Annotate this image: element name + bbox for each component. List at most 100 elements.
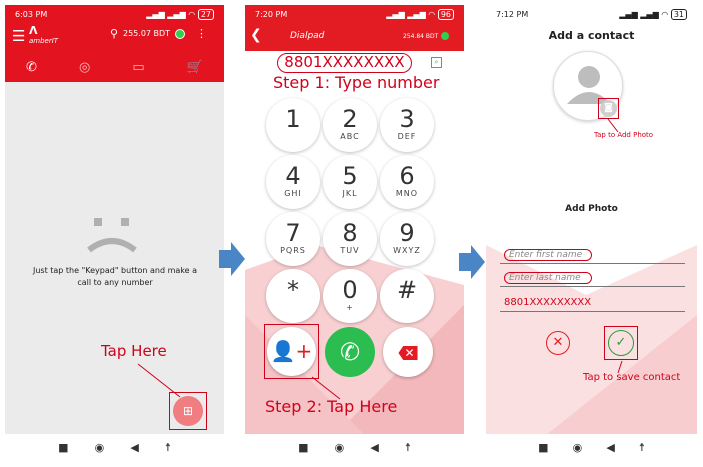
back-button[interactable]: ◀	[370, 441, 378, 454]
number-value: 8801XXXXXXXXX	[504, 297, 592, 308]
key-6[interactable]: 6 MNO	[380, 155, 434, 209]
key-digit: 7	[285, 219, 301, 247]
last-name-field[interactable]: Enter last name	[500, 268, 685, 287]
status-icons: ▂▄▆ ▂▄▆ ◠ 27	[146, 8, 214, 20]
home-button[interactable]: ◉	[95, 441, 105, 454]
key-9[interactable]: 9 WXYZ	[380, 212, 434, 266]
first-name-field[interactable]: Enter first name	[500, 245, 685, 264]
key-4[interactable]: 4 GHI	[266, 155, 320, 209]
empty-message: Just tap the "Keypad" button and make a …	[32, 266, 197, 287]
key-letters: WXYZ	[393, 246, 421, 255]
recents-button[interactable]: ■	[58, 441, 68, 454]
key-digit: 6	[399, 162, 415, 190]
app-name: amberIT	[29, 37, 59, 45]
android-navbar: ■ ◉ ◀ ☨	[245, 434, 464, 461]
accessibility-icon[interactable]: ☨	[405, 441, 411, 454]
key-letters: TUV	[340, 246, 360, 255]
key-digit: 5	[342, 162, 358, 190]
key-7[interactable]: 7 PQRS	[266, 212, 320, 266]
screen-add-contact: 7:12 PM ▂▄▆ ▂▄▆ ◠ 31 Add a contact ◙ Tap…	[486, 5, 697, 461]
status-icons: ▂▄▆ ▂▄▆ ◠ 96	[386, 8, 454, 20]
key-digit: 9	[399, 219, 415, 247]
battery-level: 27	[197, 8, 214, 20]
key-letters: PQRS	[280, 246, 306, 255]
back-button[interactable]: ◀	[606, 441, 614, 454]
home-button[interactable]: ◉	[335, 441, 345, 454]
call-button[interactable]: ✆	[325, 327, 375, 377]
tap-here-annotation: Tap Here	[101, 342, 167, 360]
key-digit: *	[287, 276, 299, 304]
key-letters: MNO	[395, 189, 419, 198]
status-time: 6:03 PM	[15, 9, 48, 19]
android-navbar: ■ ◉ ◀ ☨	[5, 434, 224, 461]
back-button[interactable]: ◀	[130, 441, 138, 454]
backspace-icon: ✕	[398, 346, 418, 360]
more-options-icon[interactable]: ⋮	[196, 27, 207, 40]
search-icon[interactable]: ⚲	[110, 27, 118, 40]
balance-text: 255.07 BDT	[123, 29, 171, 38]
step2-annotation: Step 2: Tap Here	[265, 397, 398, 416]
add-contact-button[interactable]: 👤+	[267, 327, 316, 376]
key-hash[interactable]: #	[380, 269, 434, 323]
camera-button[interactable]: ◙	[600, 100, 617, 117]
first-name-placeholder: Enter first name	[504, 249, 592, 261]
backspace-button[interactable]: ✕	[383, 327, 433, 377]
number-display[interactable]: 8801XXXXXXXX	[277, 53, 412, 73]
contacts-icon[interactable]: ◎	[79, 60, 90, 75]
key-letters: ABC	[340, 132, 360, 141]
status-bar: 6:03 PM ▂▄▆ ▂▄▆ ◠ 27	[5, 5, 224, 23]
key-8[interactable]: 8 TUV	[323, 212, 377, 266]
status-bar: 7:20 PM ▂▄▆ ▂▄▆ ◠ 96	[245, 5, 464, 23]
key-1[interactable]: 1	[266, 98, 320, 152]
key-star[interactable]: *	[266, 269, 320, 323]
grid-icon: ⊞	[173, 396, 203, 426]
check-icon: ✓	[615, 335, 627, 350]
save-annotation: Tap to save contact	[583, 372, 681, 383]
cart-icon[interactable]: 🛒	[187, 60, 203, 75]
key-0[interactable]: 0 +	[323, 269, 377, 323]
key-letters: DEF	[397, 132, 417, 141]
menu-icon[interactable]: ☰	[12, 27, 25, 45]
key-digit: 2	[342, 105, 358, 133]
add-person-icon: 👤+	[270, 339, 313, 363]
last-name-placeholder: Enter last name	[504, 272, 592, 284]
key-digit: #	[396, 276, 418, 304]
header: 6:03 PM ▂▄▆ ▂▄▆ ◠ 27 ☰ Λ amberIT ⚲ 255.0…	[5, 5, 224, 82]
recents-button[interactable]: ■	[538, 441, 548, 454]
arrow-right-icon	[219, 242, 245, 276]
key-digit: 3	[399, 105, 415, 133]
key-digit: 4	[285, 162, 301, 190]
accessibility-icon[interactable]: ☨	[165, 441, 171, 454]
key-digit: 8	[342, 219, 358, 247]
cancel-button[interactable]: ✕	[546, 331, 570, 355]
key-letters: GHI	[284, 189, 302, 198]
keypad-button[interactable]: ⊞	[169, 392, 207, 430]
key-3[interactable]: 3 DEF	[380, 98, 434, 152]
key-letters: JKL	[342, 189, 358, 198]
key-letters: +	[346, 303, 354, 312]
amberit-logo: Λ	[29, 24, 38, 37]
home-button[interactable]: ◉	[573, 441, 583, 454]
page-title: Dialpad	[290, 31, 325, 41]
accessibility-icon[interactable]: ☨	[639, 441, 645, 454]
message-icon[interactable]: ▭	[132, 60, 144, 75]
key-digit: 0	[342, 276, 358, 304]
contact-search-icon[interactable]: ⌕	[431, 57, 442, 68]
phone-icon: ✆	[339, 338, 361, 366]
sad-face-icon	[87, 218, 137, 253]
app-bar: ☰ Λ amberIT ⚲ 255.07 BDT ⋮	[5, 24, 224, 51]
recents-button[interactable]: ■	[298, 441, 308, 454]
close-icon: ✕	[552, 335, 564, 350]
save-button[interactable]: ✓	[608, 330, 634, 356]
camera-icon: ◙	[604, 103, 613, 113]
back-arrow-icon[interactable]: ❮	[250, 27, 262, 43]
battery-level: 96	[437, 8, 454, 20]
step1-annotation: Step 1: Type number	[273, 73, 440, 92]
number-field[interactable]: 8801XXXXXXXXX	[500, 293, 685, 312]
screen-home: 6:03 PM ▂▄▆ ▂▄▆ ◠ 27 ☰ Λ amberIT ⚲ 255.0…	[5, 5, 224, 461]
online-status-icon	[441, 32, 449, 40]
phone-icon[interactable]: ✆	[26, 60, 37, 75]
android-navbar: ■ ◉ ◀ ☨	[486, 434, 697, 461]
key-2[interactable]: 2 ABC	[323, 98, 377, 152]
key-5[interactable]: 5 JKL	[323, 155, 377, 209]
